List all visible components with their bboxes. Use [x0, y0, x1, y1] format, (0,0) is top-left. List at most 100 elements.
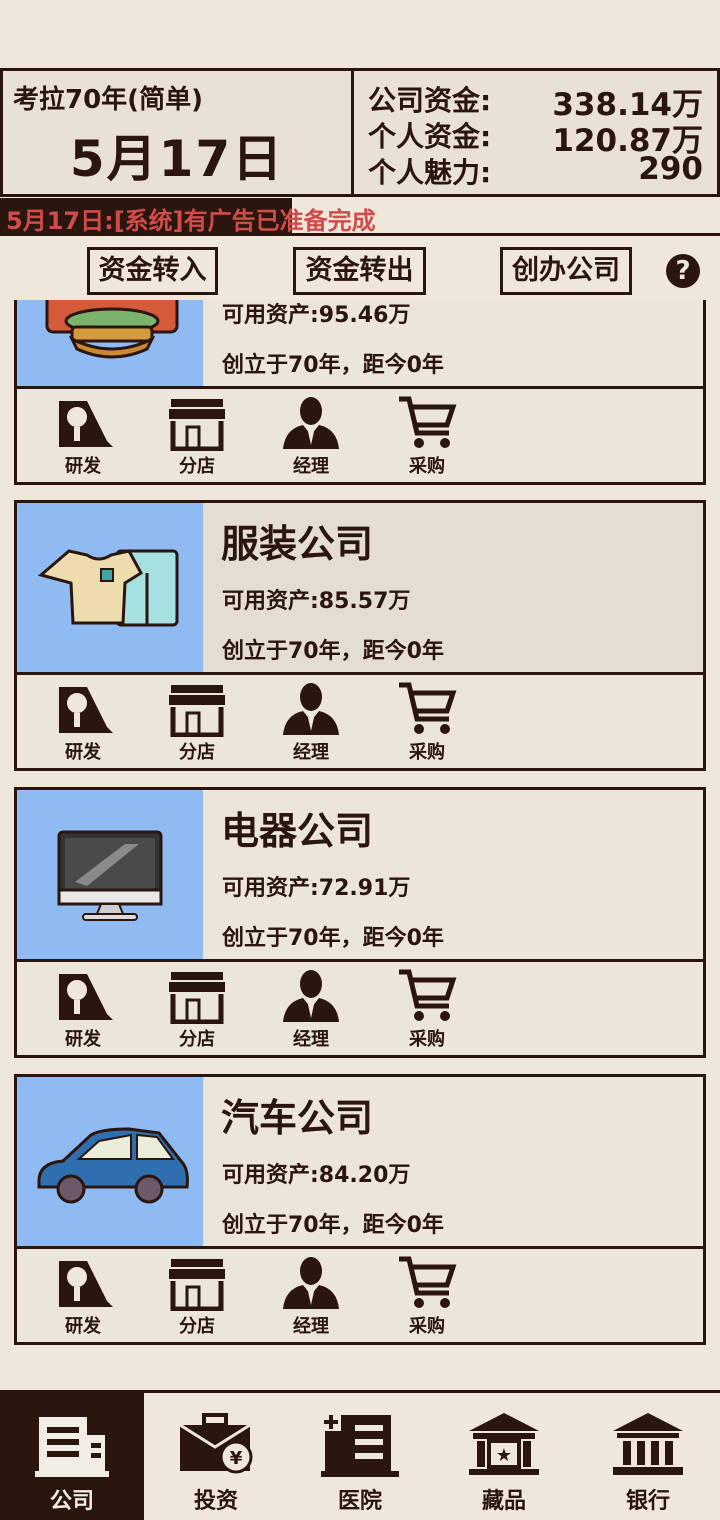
research-icon	[59, 1261, 113, 1307]
company-thumbnail	[17, 300, 203, 386]
company-funds-label: 公司资金:	[368, 84, 492, 117]
research-icon	[59, 401, 113, 447]
company-card: 可用资产:95.46万 创立于70年，距今0年 研发 分店 经理 采购	[14, 300, 706, 486]
nav-bank-label: 银行	[625, 1489, 670, 1514]
manager-icon	[283, 970, 339, 1022]
research-icon	[59, 974, 113, 1020]
shopping-cart-icon	[399, 1256, 457, 1308]
branch-button[interactable]: 分店	[159, 681, 235, 765]
nav-collection-label: 藏品	[481, 1489, 526, 1514]
purchase-button[interactable]: 采购	[389, 395, 465, 479]
branch-button[interactable]: 分店	[159, 968, 235, 1052]
company-founded: 创立于70年，距今0年	[222, 353, 444, 378]
status-header: 考拉70年(简单) 5月17日 公司资金: 338.14万 个人资金: 120.…	[0, 68, 720, 198]
ticker-message: 5月17日:[系统]有广告已准备完成	[6, 207, 376, 235]
transfer-in-button[interactable]: 资金转入	[87, 247, 218, 295]
company-assets: 可用资产:84.20万	[222, 1163, 411, 1188]
help-icon[interactable]: ?	[666, 254, 700, 288]
company-name: 电器公司	[221, 809, 374, 853]
company-card: 汽车公司 可用资产:84.20万 创立于70年，距今0年 研发 分店 经理 采购	[14, 1074, 706, 1346]
create-company-button[interactable]: 创办公司	[500, 247, 632, 295]
company-assets: 可用资产:95.46万	[222, 303, 411, 328]
research-label: 研发	[65, 1316, 101, 1337]
company-thumbnail	[17, 503, 203, 672]
shopping-cart-icon	[399, 682, 457, 734]
purchase-button[interactable]: 采购	[389, 681, 465, 765]
research-button[interactable]: 研发	[45, 395, 121, 479]
transfer-out-button[interactable]: 资金转出	[293, 247, 426, 295]
manager-button[interactable]: 经理	[273, 681, 349, 765]
nav-collection-tab[interactable]: ★ 藏品	[432, 1393, 576, 1520]
personal-funds-label: 个人资金:	[368, 120, 492, 153]
company-action-bar: 研发 分店 经理 采购	[14, 386, 706, 485]
company-action-bar: 研发 分店 经理 采购	[14, 1246, 706, 1345]
company-assets: 可用资产:85.57万	[222, 589, 411, 614]
research-button[interactable]: 研发	[45, 1255, 121, 1339]
investment-briefcase-icon: ¥	[179, 1413, 253, 1474]
nav-hospital-label: 医院	[337, 1489, 382, 1514]
branch-label: 分店	[179, 456, 215, 477]
purchase-button[interactable]: 采购	[389, 968, 465, 1052]
company-list[interactable]: 可用资产:95.46万 创立于70年，距今0年 研发 分店 经理 采购 服装公司…	[0, 300, 720, 1386]
charm-value: 290	[638, 151, 703, 187]
nav-hospital-tab[interactable]: 医院	[288, 1393, 432, 1520]
nav-company-label: 公司	[49, 1489, 94, 1514]
stats-panel: 公司资金: 338.14万 个人资金: 120.87万 个人魅力: 290	[354, 68, 720, 197]
manager-button[interactable]: 经理	[273, 1255, 349, 1339]
research-button[interactable]: 研发	[45, 681, 121, 765]
manager-label: 经理	[293, 742, 329, 763]
charm-label: 个人魅力:	[368, 156, 492, 189]
personal-funds-row: 个人资金: 120.87万	[368, 115, 703, 159]
research-label: 研发	[65, 456, 101, 477]
manager-icon	[283, 1257, 339, 1309]
purchase-label: 采购	[409, 1316, 445, 1337]
manager-icon	[283, 683, 339, 735]
nav-investment-tab[interactable]: ¥ 投资	[144, 1393, 288, 1520]
manager-label: 经理	[293, 1316, 329, 1337]
manager-button[interactable]: 经理	[273, 395, 349, 479]
current-date: 5月17日	[69, 130, 285, 188]
manager-button[interactable]: 经理	[273, 968, 349, 1052]
purchase-button[interactable]: 采购	[389, 1255, 465, 1339]
company-thumbnail	[17, 1077, 203, 1246]
branch-label: 分店	[179, 742, 215, 763]
company-card: 服装公司 可用资产:85.57万 创立于70年，距今0年 研发 分店 经理 采购	[14, 500, 706, 772]
company-assets: 可用资产:72.91万	[222, 876, 411, 901]
branch-button[interactable]: 分店	[159, 1255, 235, 1339]
company-info[interactable]: 可用资产:95.46万 创立于70年，距今0年	[14, 300, 706, 389]
branch-store-icon	[169, 972, 225, 1024]
company-info[interactable]: 服装公司 可用资产:85.57万 创立于70年，距今0年	[14, 500, 706, 675]
branch-store-icon	[169, 1259, 225, 1311]
branch-button[interactable]: 分店	[159, 395, 235, 479]
game-title: 考拉70年(简单)	[13, 85, 203, 115]
manager-label: 经理	[293, 456, 329, 477]
purchase-label: 采购	[409, 1029, 445, 1050]
clothing-icon	[37, 549, 179, 627]
research-button[interactable]: 研发	[45, 968, 121, 1052]
company-action-bar: 研发 分店 经理 采购	[14, 959, 706, 1058]
branch-store-icon	[169, 399, 225, 451]
nav-company-tab[interactable]: 公司	[0, 1393, 144, 1520]
company-action-bar: 研发 分店 经理 采购	[14, 672, 706, 771]
branch-label: 分店	[179, 1029, 215, 1050]
company-card: 电器公司 可用资产:72.91万 创立于70年，距今0年 研发 分店 经理 采购	[14, 787, 706, 1059]
nav-bank-tab[interactable]: 银行	[576, 1393, 720, 1520]
purchase-label: 采购	[409, 456, 445, 477]
company-founded: 创立于70年，距今0年	[222, 926, 444, 951]
company-info[interactable]: 电器公司 可用资产:72.91万 创立于70年，距今0年	[14, 787, 706, 962]
company-info[interactable]: 汽车公司 可用资产:84.20万 创立于70年，距今0年	[14, 1074, 706, 1249]
company-founded: 创立于70年，距今0年	[222, 1213, 444, 1238]
research-label: 研发	[65, 1029, 101, 1050]
charm-row: 个人魅力: 290	[368, 151, 703, 189]
car-icon	[37, 1127, 189, 1204]
bottom-nav: 公司 ¥ 投资 医院 ★ 藏品 银行	[0, 1390, 720, 1520]
company-name: 汽车公司	[221, 1096, 374, 1140]
bank-icon	[613, 1413, 683, 1475]
news-ticker: 5月17日:[系统]有广告已准备完成	[0, 198, 720, 236]
company-thumbnail	[17, 790, 203, 959]
manager-icon	[283, 397, 339, 449]
date-panel: 考拉70年(简单) 5月17日	[0, 68, 354, 197]
company-building-icon	[35, 1417, 109, 1477]
company-funds-row: 公司资金: 338.14万	[368, 79, 703, 123]
shopping-cart-icon	[399, 396, 457, 448]
